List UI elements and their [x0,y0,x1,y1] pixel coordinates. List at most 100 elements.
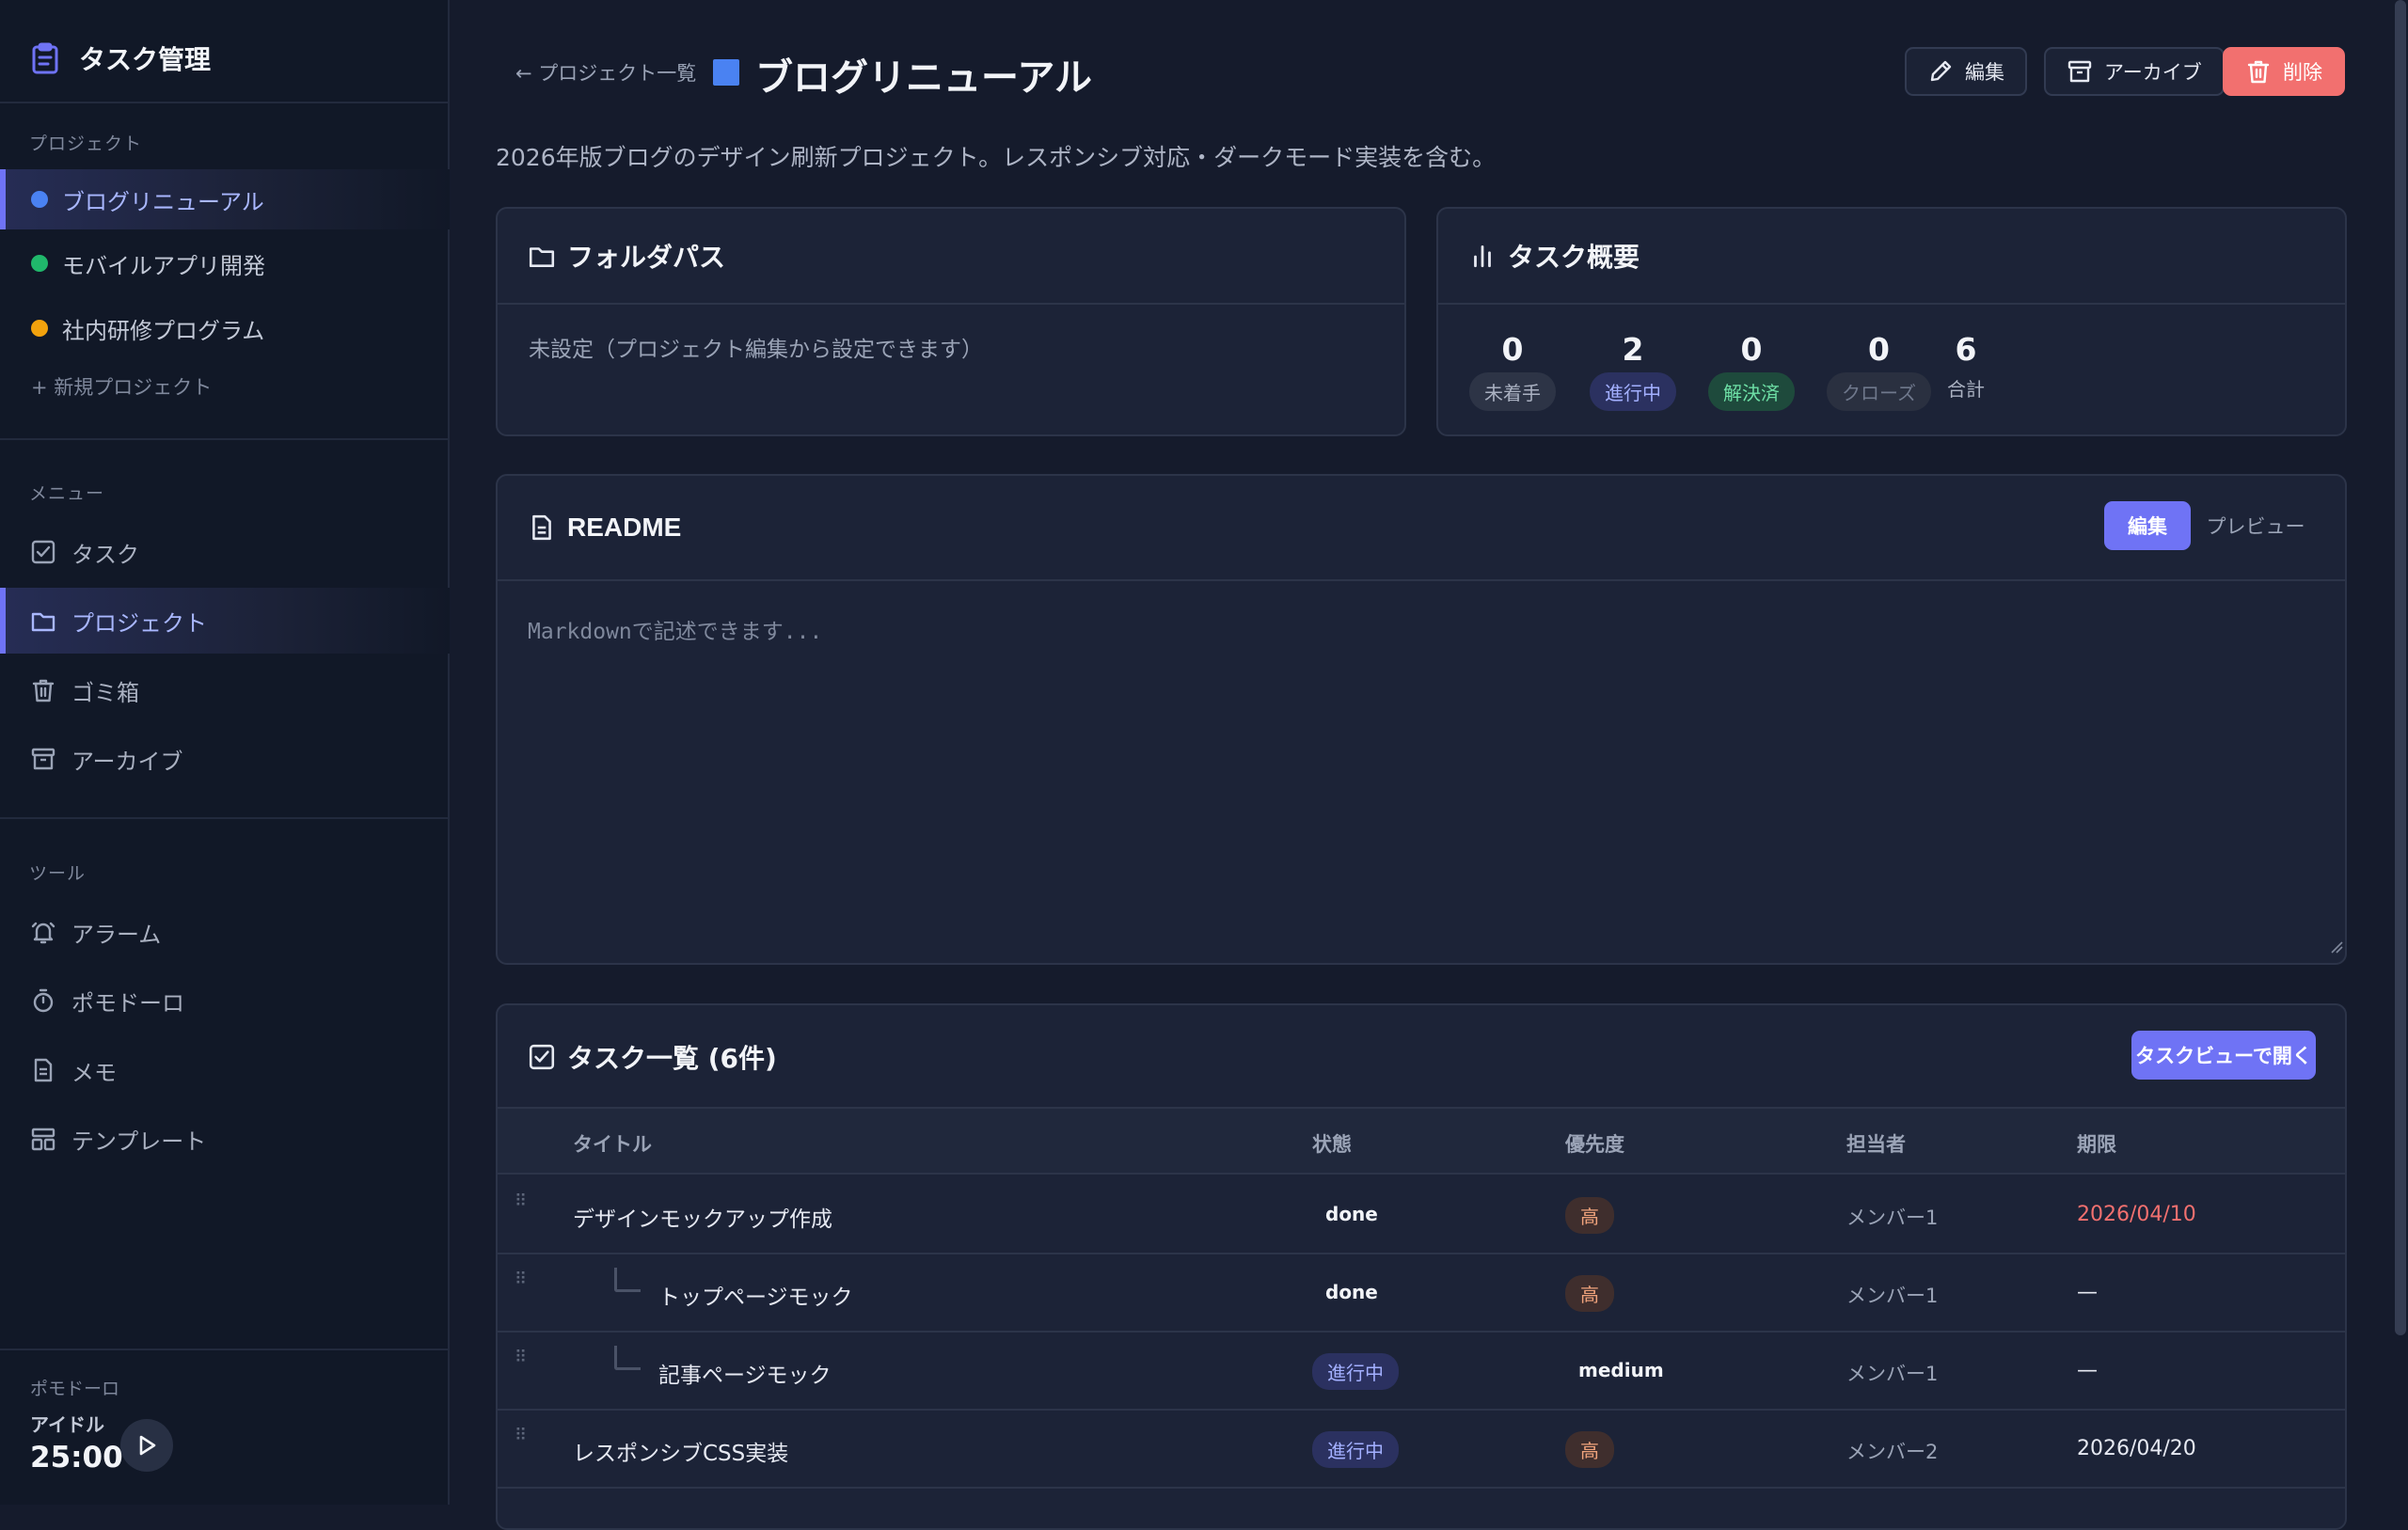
stat-count: 2 [1622,331,1644,368]
table-row[interactable]: ⠿ レスポンシブCSS実装 進行中 高 メンバー2 2026/04/20 [498,1411,2345,1489]
checkbox-icon [528,1043,556,1071]
project-color-dot [31,320,48,337]
column-header-status[interactable]: 状態 [1312,1129,1352,1158]
sidebar-project-training[interactable]: 社内研修プログラム [0,298,450,358]
back-to-projects-link[interactable]: ← プロジェクト一覧 [515,58,696,87]
assignee: メンバー1 [1846,1285,1939,1307]
archive-button[interactable]: アーカイブ [2044,47,2225,96]
task-list-header: タスク一覧 (6件) [498,1005,2345,1109]
sidebar-item-trash[interactable]: ゴミ箱 [0,657,450,723]
sidebar-item-memo[interactable]: メモ [0,1037,450,1103]
stat-closed: 0 クローズ [1827,331,1931,411]
bell-icon [30,919,56,945]
trash-icon [2245,58,2272,85]
stat-label: 未着手 [1469,372,1556,411]
sidebar-project-mobile-app[interactable]: モバイルアプリ開発 [0,233,450,293]
pomodoro-play-button[interactable] [120,1419,173,1472]
stat-resolved: 0 解決済 [1708,331,1795,411]
archive-icon [30,746,56,772]
sidebar-item-label: テンプレート [71,1128,207,1155]
main-scrollbar[interactable] [2395,0,2406,1335]
sidebar-project-label: ブログリニューアル [62,188,264,215]
sidebar-item-pomodoro[interactable]: ポモドーロ [0,968,450,1033]
due-date: — [2077,1359,2098,1382]
stat-label: 進行中 [1590,372,1676,411]
drag-handle-icon[interactable]: ⠿ [515,1271,529,1288]
sidebar-item-alarm[interactable]: アラーム [0,899,450,965]
task-title[interactable]: レスポンシブCSS実装 [573,1435,788,1467]
edit-button[interactable]: 編集 [1905,47,2027,96]
drag-handle-icon[interactable]: ⠿ [515,1193,529,1210]
task-table-header: タイトル 状態 優先度 担当者 期限 [498,1107,2345,1175]
summary-card-title: タスク概要 [1508,242,1640,273]
sidebar-item-projects[interactable]: プロジェクト [0,588,450,654]
divider [0,438,450,440]
app-brand[interactable]: タスク管理 [30,36,211,81]
status-badge: 進行中 [1312,1353,1399,1390]
drag-handle-icon[interactable]: ⠿ [515,1349,529,1366]
open-task-view-button[interactable]: タスクビューで開く [2131,1031,2316,1080]
status-badge: done [1325,1203,1378,1225]
readme-card-header: README [498,476,2345,581]
stat-count: 0 [1868,331,1890,368]
tools-section-label: ツール [29,863,87,884]
readme-textarea[interactable]: Markdownで記述できます... [498,581,2345,963]
project-color-dot [31,191,48,208]
table-row[interactable]: ⠿ トップページモック done 高 メンバー1 — [498,1254,2345,1333]
readme-title: README [567,513,682,542]
pomodoro-state: アイドル [30,1413,104,1436]
resize-handle-icon[interactable] [2330,940,2343,954]
sidebar-item-templates[interactable]: テンプレート [0,1106,450,1172]
timer-icon [30,987,56,1014]
edit-button-label: 編集 [1965,61,2004,84]
assignee: メンバー2 [1846,1441,1939,1463]
clipboard-icon [30,42,60,74]
sidebar-item-tasks[interactable]: タスク [0,519,450,585]
column-header-assignee[interactable]: 担当者 [1846,1129,1906,1158]
sidebar-item-label: アーカイブ [71,748,183,775]
priority-badge: 高 [1565,1197,1614,1234]
document-icon [528,513,556,542]
drag-handle-icon[interactable]: ⠿ [515,1427,529,1444]
task-title[interactable]: 記事ページモック [658,1357,832,1389]
divider [0,1349,450,1350]
status-badge: done [1325,1281,1378,1303]
stat-count: 6 [1955,331,1977,368]
task-title[interactable]: デザインモックアップ作成 [573,1201,832,1233]
trash-icon [30,677,56,703]
assignee: メンバー1 [1846,1363,1939,1385]
column-header-due[interactable]: 期限 [2077,1129,2116,1158]
app-title: タスク管理 [79,44,212,75]
sidebar: タスク管理 プロジェクト ブログリニューアル モバイルアプリ開発 社内研修プログ… [0,0,450,1505]
column-header-title[interactable]: タイトル [573,1129,652,1158]
due-date: 2026/04/20 [2077,1437,2196,1460]
new-project-link[interactable]: + 新規プロジェクト [31,372,212,401]
pomodoro-time: 25:00 [30,1441,123,1475]
table-row[interactable]: ⠿ 記事ページモック 進行中 medium メンバー1 — [498,1333,2345,1411]
delete-button[interactable]: 削除 [2223,47,2345,96]
readme-edit-tab[interactable]: 編集 [2104,501,2191,550]
sidebar-project-blog-renewal[interactable]: ブログリニューアル [0,169,450,229]
sidebar-project-label: 社内研修プログラム [62,317,265,344]
sidebar-item-label: タスク [71,541,139,568]
bar-chart-icon [1468,242,1497,270]
sidebar-item-label: プロジェクト [71,609,207,637]
sidebar-item-label: ゴミ箱 [71,679,139,706]
assignee: メンバー1 [1846,1207,1939,1229]
stat-total: 6 合計 [1943,331,1988,403]
readme-preview-tab[interactable]: プレビュー [2205,501,2306,550]
archive-icon [2067,58,2093,85]
stat-label: 解決済 [1708,372,1795,411]
sidebar-item-archive[interactable]: アーカイブ [0,726,450,792]
summary-card-header: タスク概要 [1438,209,2345,305]
folder-icon [528,242,556,270]
stat-in-progress: 2 進行中 [1590,331,1676,411]
priority-badge: 高 [1565,1431,1614,1468]
folder-icon [30,607,56,634]
task-title[interactable]: トップページモック [658,1279,853,1311]
column-header-priority[interactable]: 優先度 [1565,1129,1624,1158]
due-date: 2026/04/10 [2077,1203,2196,1226]
template-icon [30,1126,56,1152]
folder-card-title: フォルダパス [567,242,726,273]
table-row[interactable]: ⠿ デザインモックアップ作成 done 高 メンバー1 2026/04/10 [498,1176,2345,1254]
